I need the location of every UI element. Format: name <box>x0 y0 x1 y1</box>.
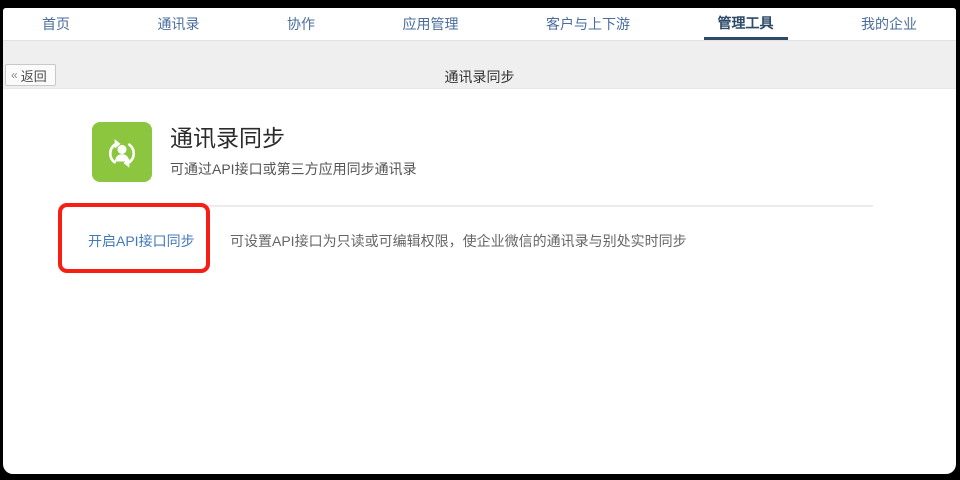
nav-item-app-management[interactable]: 应用管理 <box>389 8 473 40</box>
nav-item-collaboration[interactable]: 协作 <box>273 8 329 40</box>
nav-item-my-enterprise[interactable]: 我的企业 <box>847 8 931 40</box>
nav-item-home[interactable]: 首页 <box>28 8 84 40</box>
section-divider <box>90 205 873 207</box>
person-sync-glyph <box>100 130 144 174</box>
nav-item-contacts[interactable]: 通讯录 <box>144 8 214 40</box>
app-header: 通讯录同步 可通过API接口或第三方应用同步通讯录 <box>92 122 417 182</box>
top-navigation: 首页 通讯录 协作 应用管理 客户与上下游 管理工具 我的企业 <box>3 8 956 40</box>
app-text-block: 通讯录同步 可通过API接口或第三方应用同步通讯录 <box>170 122 417 182</box>
app-window: 首页 通讯录 协作 应用管理 客户与上下游 管理工具 我的企业 « 返回 通讯录… <box>3 8 956 474</box>
app-title: 通讯录同步 <box>170 123 417 153</box>
app-description: 可通过API接口或第三方应用同步通讯录 <box>170 159 417 179</box>
nav-item-customers[interactable]: 客户与上下游 <box>532 8 644 40</box>
subheader-bar: « 返回 通讯录同步 <box>3 40 956 89</box>
nav-item-management-tools[interactable]: 管理工具 <box>704 8 788 40</box>
page-title: 通讯录同步 <box>3 67 956 87</box>
enable-api-sync-link[interactable]: 开启API接口同步 <box>88 231 195 251</box>
contact-sync-icon <box>92 122 152 182</box>
api-sync-description: 可设置API接口为只读或可编辑权限，使企业微信的通讯录与别处实时同步 <box>230 231 687 251</box>
